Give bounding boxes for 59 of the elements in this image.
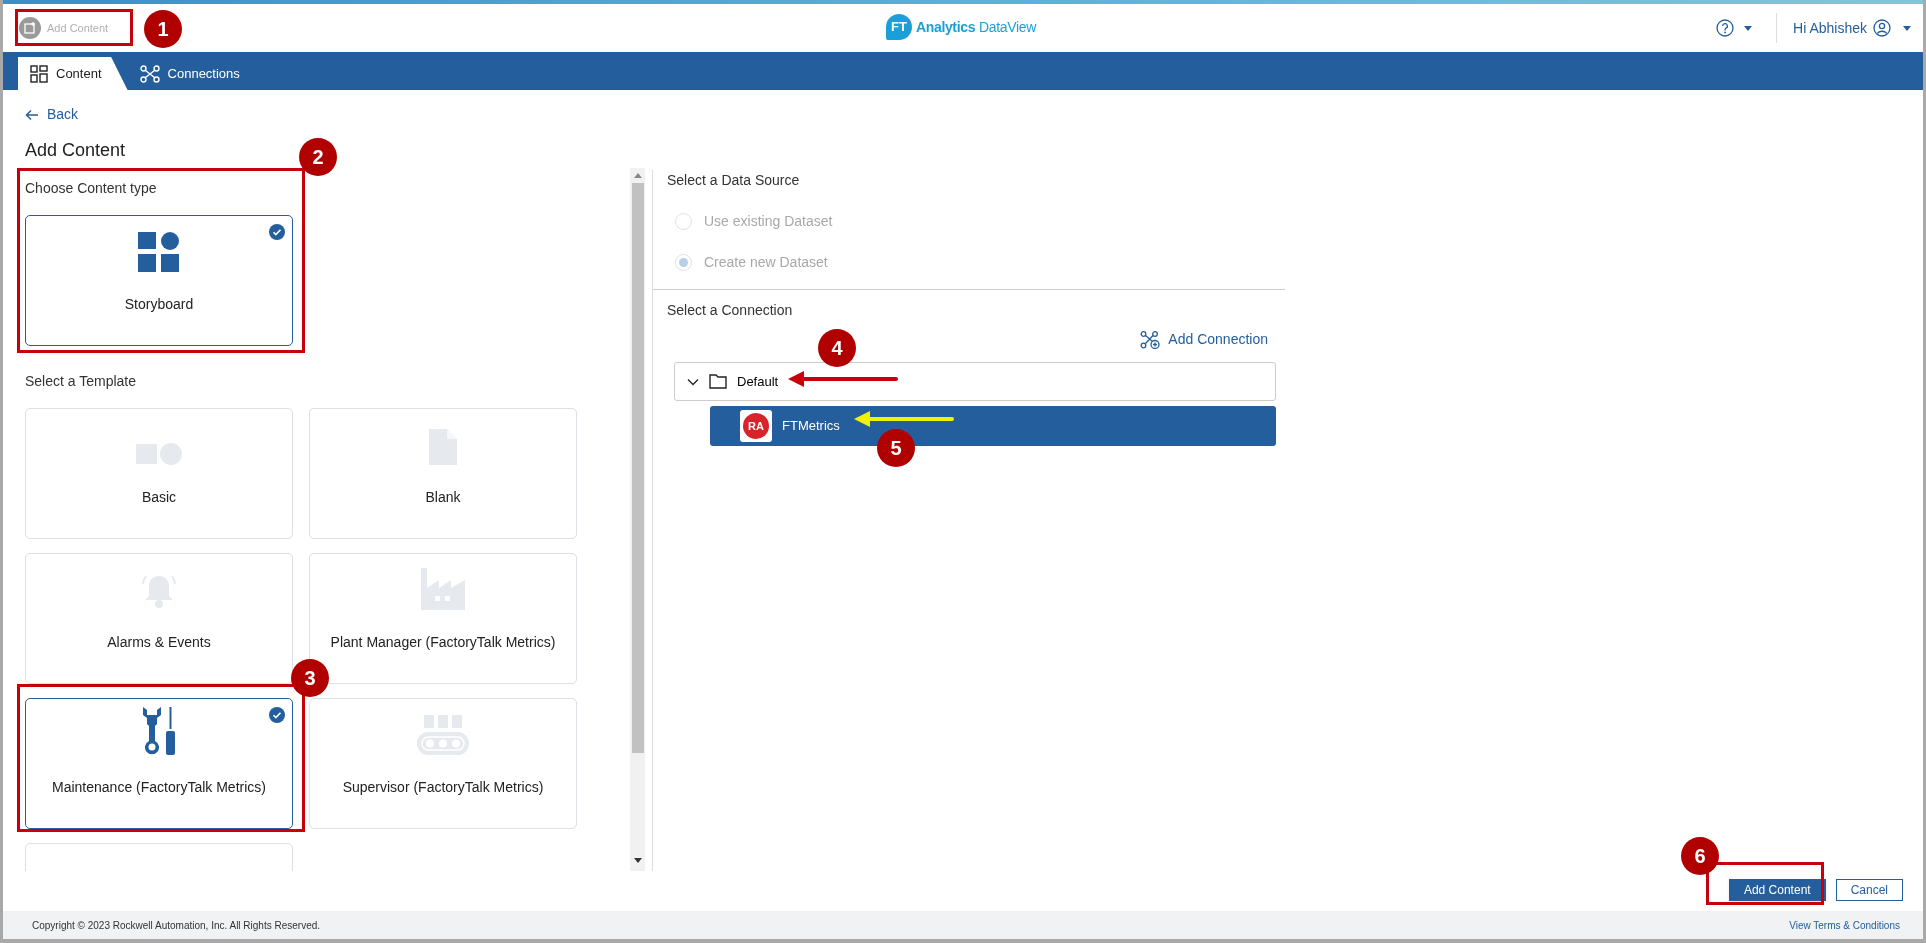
- logo-mark: RA: [743, 413, 769, 439]
- nav-tab[interactable]: Connections: [127, 57, 252, 90]
- scroll-up-icon: [633, 173, 642, 178]
- grid-icon: [30, 64, 48, 83]
- nav-tab[interactable]: Content: [18, 57, 128, 90]
- card-label: Basic: [141, 488, 177, 507]
- callout-badge: 4: [818, 329, 856, 367]
- callout-badge: 5: [877, 429, 915, 467]
- document-icon: [429, 429, 457, 465]
- template-card[interactable]: Basic: [25, 408, 293, 539]
- factory-icon: [421, 568, 465, 610]
- card-label: Supervisor (FactoryTalk Metrics): [342, 778, 544, 797]
- check-circle-icon: [269, 707, 285, 723]
- callout-badge: 3: [291, 659, 329, 697]
- callout-badge: 2: [299, 138, 337, 176]
- card-label: Alarms & Events: [107, 633, 211, 652]
- check-circle-icon: [269, 224, 285, 240]
- template-card[interactable]: Supervisor (FactoryTalk Metrics): [309, 698, 577, 829]
- card-label: Storyboard: [124, 295, 194, 314]
- template-card[interactable]: Blank: [309, 408, 577, 539]
- card-label: Blank: [425, 488, 461, 507]
- cancel-button[interactable]: Cancel: [1835, 879, 1903, 901]
- template-card[interactable]: Maintenance (FactoryTalk Metrics): [25, 698, 293, 829]
- network-add-icon: [1140, 330, 1161, 349]
- template-card[interactable]: Alarms & Events: [25, 553, 293, 684]
- network-icon: [139, 64, 160, 83]
- add-content-button[interactable]: Add Content: [1728, 879, 1826, 901]
- tree-folder-row[interactable]: Default: [674, 362, 1276, 401]
- help-icon: [1716, 19, 1735, 37]
- card-label: Maintenance (FactoryTalk Metrics): [52, 778, 266, 797]
- section-heading: Select a Data Source: [667, 171, 801, 190]
- conveyor-icon: [417, 715, 469, 755]
- folder-icon: [709, 374, 727, 389]
- callout-badge: 1: [144, 10, 182, 48]
- logo-suffix: DataView: [979, 17, 1036, 37]
- add-icon: [19, 17, 41, 39]
- caret-icon: [1903, 25, 1911, 31]
- arrow-left-icon: [25, 108, 39, 121]
- wrench-screwdriver-icon: [141, 707, 177, 755]
- page-title: Add Content: [25, 139, 126, 162]
- scroll-down-icon: [633, 858, 642, 863]
- storyboard-icon: [138, 232, 180, 272]
- user-menu[interactable]: Hi Abhishek: [1793, 17, 1911, 39]
- square-circle-icon: [136, 443, 182, 465]
- caret-icon: [1744, 25, 1753, 31]
- back-link[interactable]: Back: [25, 104, 79, 125]
- logo-name: Analytics: [916, 17, 976, 37]
- section-heading: Select a Template: [25, 372, 138, 391]
- add-connection-button[interactable]: Add Connection: [1140, 329, 1268, 350]
- card-label: Plant Manager (FactoryTalk Metrics): [330, 633, 556, 652]
- section-heading: Select a Connection: [667, 301, 794, 320]
- copyright-text: Copyright © 2023 Rockwell Automation, Inc. All Rights Reserved.: [32, 918, 321, 933]
- logo-mark: FT: [886, 14, 912, 40]
- content-type-card[interactable]: Storyboard: [25, 215, 293, 346]
- section-heading: Choose Content type: [25, 179, 158, 198]
- callout-badge: 6: [1681, 837, 1719, 875]
- user-icon: [1873, 19, 1891, 37]
- scrollbar[interactable]: [630, 168, 645, 871]
- terms-link[interactable]: View Terms & Conditions: [1789, 917, 1900, 933]
